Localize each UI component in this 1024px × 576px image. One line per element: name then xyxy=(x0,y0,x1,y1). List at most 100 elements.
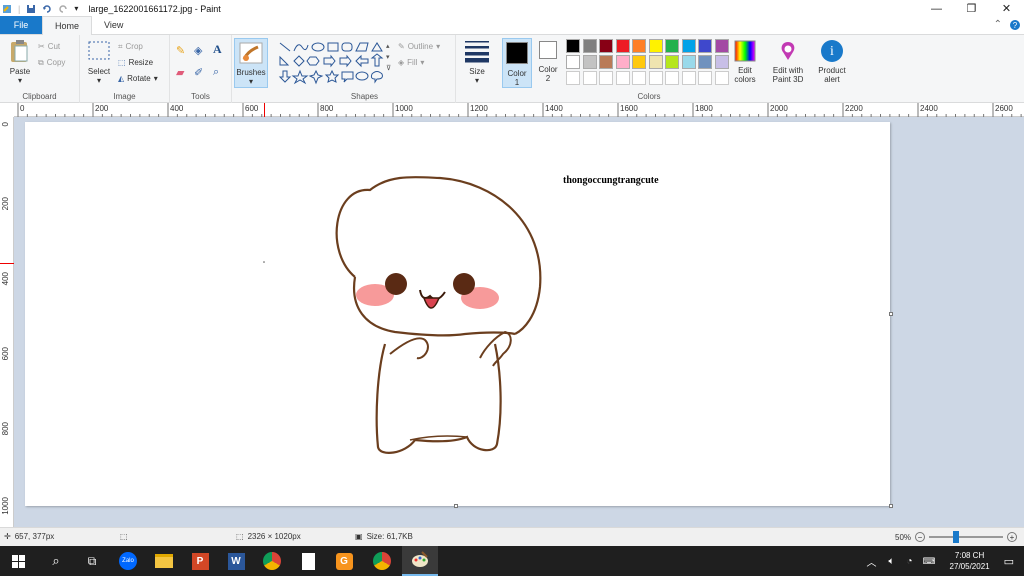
ruler-top-label: 2200 xyxy=(845,104,863,113)
color2-button[interactable]: Color 2 xyxy=(535,41,561,83)
palette-swatch[interactable] xyxy=(648,39,663,53)
edit-colors-button[interactable]: Edit colors xyxy=(730,40,760,84)
save-icon[interactable] xyxy=(26,4,36,14)
ruler-top-label: 800 xyxy=(320,104,334,113)
palette-swatch[interactable] xyxy=(566,39,580,53)
taskbar-zalo[interactable]: Zalo xyxy=(110,546,146,576)
custom-color-slot[interactable] xyxy=(582,71,597,85)
taskbar-chrome-2[interactable] xyxy=(364,546,400,576)
custom-color-slot[interactable] xyxy=(566,71,580,85)
clock[interactable]: 7:08 CH 27/05/2021 xyxy=(950,550,990,572)
collapse-ribbon-icon[interactable]: ⌃ xyxy=(994,19,1002,30)
resize-handle-corner[interactable] xyxy=(889,504,893,508)
custom-color-slot[interactable] xyxy=(681,71,696,85)
custom-color-slot[interactable] xyxy=(615,71,630,85)
cut-button[interactable]: ✂ Cut xyxy=(38,40,60,53)
palette-swatch[interactable] xyxy=(632,55,646,69)
palette-swatch[interactable] xyxy=(615,39,630,53)
shapes-gallery[interactable] xyxy=(278,41,394,85)
undo-icon[interactable] xyxy=(42,4,52,14)
custom-color-slot[interactable] xyxy=(648,71,663,85)
maximize-icon[interactable]: ❐ xyxy=(954,0,989,17)
customize-toolbar-icon[interactable]: ▾ xyxy=(74,4,78,13)
help-icon[interactable]: ? xyxy=(1010,20,1020,30)
palette-swatch[interactable] xyxy=(665,39,679,53)
status-bar: ✛ 657, 377px ⬚ ⬚ 2326 × 1020px ▣ Size: 6… xyxy=(0,527,1024,546)
scissors-icon: ✂ xyxy=(38,42,45,51)
edit-with-paint3d-button[interactable]: Edit with Paint 3D xyxy=(766,40,810,84)
taskbar-paint[interactable] xyxy=(402,546,438,576)
copy-icon: ⧉ xyxy=(38,57,44,67)
resize-handle-right[interactable] xyxy=(889,312,893,316)
task-view-button[interactable]: ⧉ xyxy=(74,546,110,576)
palette-swatch[interactable] xyxy=(714,55,729,69)
text-tool-icon[interactable]: A xyxy=(213,42,222,56)
product-alert-button[interactable]: i Product alert xyxy=(814,40,850,84)
custom-color-slot[interactable] xyxy=(632,71,646,85)
redo-icon[interactable] xyxy=(58,4,68,14)
search-button[interactable]: ⌕ xyxy=(38,546,74,576)
brushes-button[interactable]: Brushes ▾ xyxy=(234,38,268,88)
palette-swatch[interactable] xyxy=(698,55,712,69)
taskbar-file-explorer[interactable] xyxy=(146,546,182,576)
palette-swatch[interactable] xyxy=(582,55,597,69)
minimize-icon[interactable]: — xyxy=(919,0,954,17)
custom-color-slot[interactable] xyxy=(698,71,712,85)
pencil-icon[interactable]: ✎ xyxy=(176,44,185,57)
zoom-slider[interactable] xyxy=(929,531,1004,543)
palette-swatch[interactable] xyxy=(632,39,646,53)
taskbar-file[interactable] xyxy=(290,546,326,576)
palette-swatch[interactable] xyxy=(599,55,613,69)
palette-swatch[interactable] xyxy=(582,39,597,53)
fill-bucket-icon[interactable]: ◈ xyxy=(194,44,202,57)
palette-swatch[interactable] xyxy=(698,39,712,53)
drawing-canvas[interactable]: thongoccungtrangcute xyxy=(25,122,893,508)
palette-swatch[interactable] xyxy=(681,39,696,53)
taskbar-chrome[interactable] xyxy=(254,546,290,576)
taskbar-word[interactable]: W xyxy=(218,546,254,576)
color-picker-icon[interactable]: ✐ xyxy=(194,66,203,79)
palette-swatch[interactable] xyxy=(566,55,580,69)
resize-button[interactable]: ⬚ Resize xyxy=(118,56,153,69)
tab-home[interactable]: Home xyxy=(42,16,93,35)
crop-button[interactable]: ⌗ Crop xyxy=(118,40,143,53)
start-button[interactable] xyxy=(0,546,36,576)
palette-swatch[interactable] xyxy=(665,55,679,69)
size-button[interactable]: Size ▾ xyxy=(462,39,492,85)
app-icon: G xyxy=(335,552,353,570)
tab-view[interactable]: View xyxy=(92,16,135,34)
eraser-icon[interactable]: ▰ xyxy=(176,66,184,79)
magnifier-icon[interactable]: ⌕ xyxy=(213,66,219,79)
ruler-left-cursor-marker xyxy=(0,263,14,264)
copy-button[interactable]: ⧉ Copy xyxy=(38,56,65,69)
shapes-scroll[interactable]: ▴ ▾ ⊽ xyxy=(386,41,391,74)
select-button[interactable]: Select ▾ xyxy=(84,39,114,85)
outline-button[interactable]: ✎ Outline ▾ xyxy=(398,40,440,53)
notification-icon[interactable]: ▭ xyxy=(1004,555,1014,568)
show-hidden-icons-icon[interactable]: ︿ xyxy=(867,554,877,569)
windows-logo-icon xyxy=(11,554,25,568)
resize-handle-bottom[interactable] xyxy=(454,504,458,508)
volume-icon[interactable]: 🔈︎ xyxy=(889,556,895,567)
wifi-icon[interactable]: ◔ xyxy=(907,556,913,567)
palette-swatch[interactable] xyxy=(599,39,613,53)
fill-button[interactable]: ◈ Fill ▾ xyxy=(398,56,424,69)
zoom-in-icon[interactable]: + xyxy=(1007,532,1018,542)
taskbar-powerpoint[interactable]: P xyxy=(182,546,218,576)
custom-color-slot[interactable] xyxy=(714,71,729,85)
close-icon[interactable]: ✕ xyxy=(989,0,1024,17)
taskbar-app[interactable]: G xyxy=(326,546,362,576)
zoom-out-icon[interactable]: − xyxy=(915,532,926,542)
input-method-icon[interactable]: ⌨ xyxy=(923,556,936,567)
color1-button[interactable]: Color 1 xyxy=(502,38,532,88)
custom-color-slot[interactable] xyxy=(665,71,679,85)
paste-button[interactable]: Paste ▾ xyxy=(6,39,34,85)
palette-swatch[interactable] xyxy=(714,39,729,53)
palette-swatch[interactable] xyxy=(615,55,630,69)
custom-color-slot[interactable] xyxy=(599,71,613,85)
rotate-button[interactable]: ◭ Rotate ▾ xyxy=(118,72,158,85)
zoom-slider-thumb[interactable] xyxy=(953,531,960,543)
tab-file[interactable]: File xyxy=(0,16,42,34)
palette-swatch[interactable] xyxy=(681,55,696,69)
palette-swatch[interactable] xyxy=(648,55,663,69)
